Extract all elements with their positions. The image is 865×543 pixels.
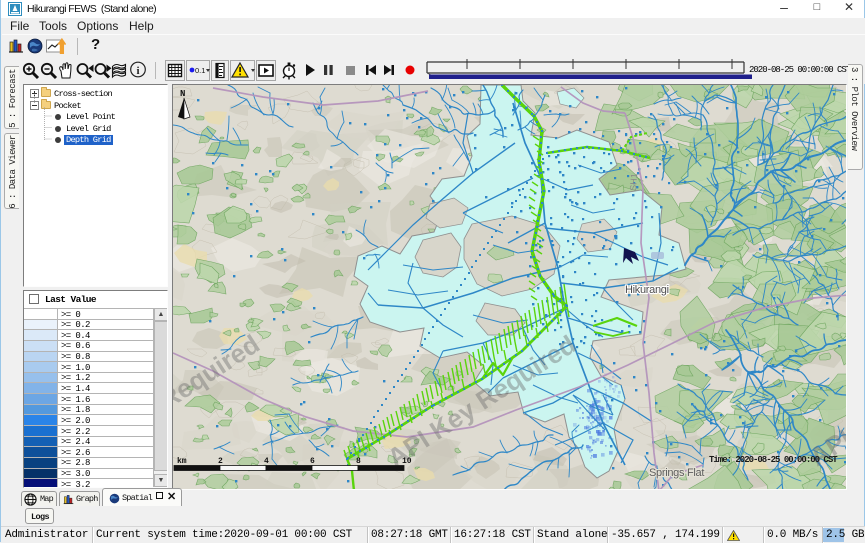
svg-text:2: 2	[218, 457, 223, 466]
svg-text:6: 6	[310, 457, 315, 466]
svg-text:km: km	[177, 457, 187, 466]
svg-text:8: 8	[356, 457, 361, 466]
svg-text:Springs Flat: Springs Flat	[649, 467, 704, 479]
svg-text:4: 4	[264, 457, 269, 466]
svg-text:0.1: 0.1	[195, 66, 205, 75]
svg-text:Time: 2020-08-25 00:00:00 CST: Time: 2020-08-25 00:00:00 CST	[709, 455, 838, 465]
svg-text:10: 10	[402, 457, 412, 466]
svg-text:i: i	[136, 65, 139, 77]
svg-text:SH1: SH1	[628, 173, 639, 191]
svg-text:N: N	[180, 89, 185, 99]
svg-text:Hikurangi: Hikurangi	[625, 284, 669, 296]
